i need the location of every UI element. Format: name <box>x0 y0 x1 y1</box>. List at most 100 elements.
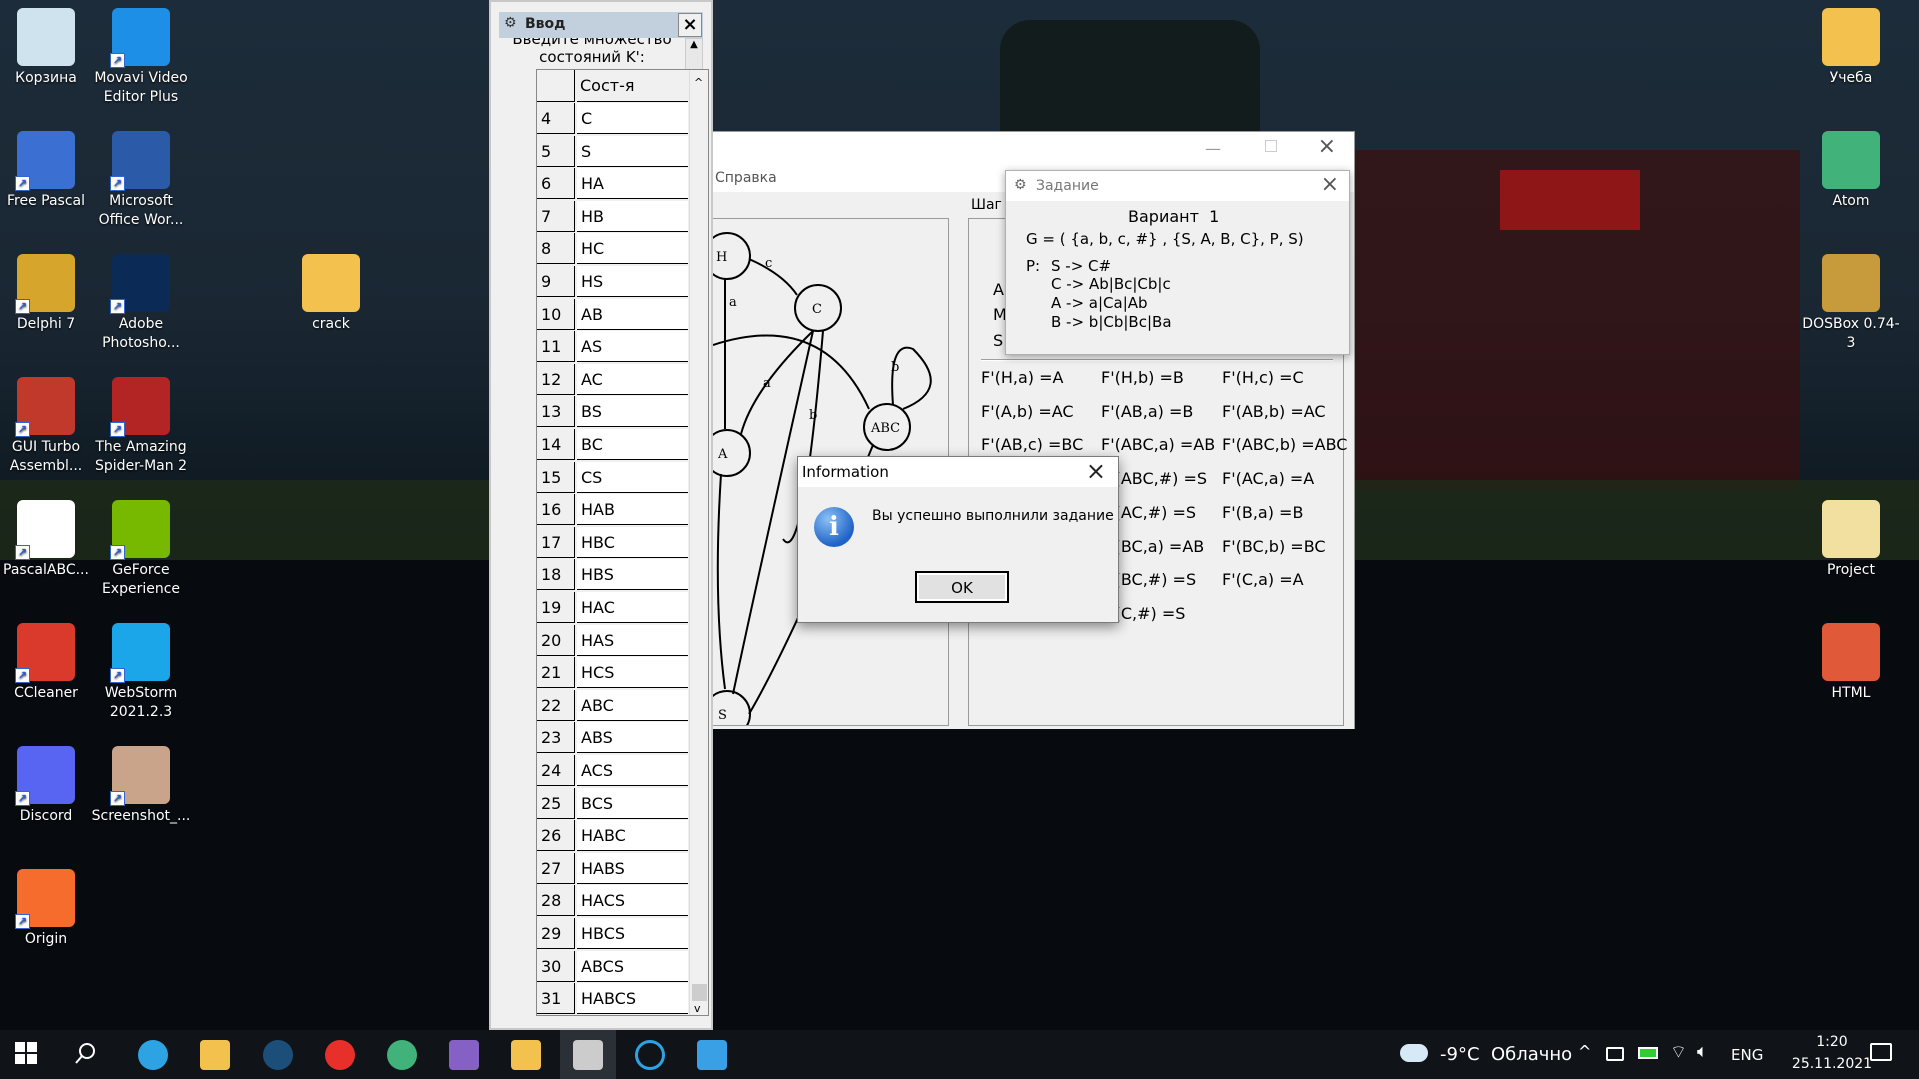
desktop-icon[interactable]: DOSBox 0.74-3 <box>1801 248 1901 353</box>
state-cell[interactable]: HCS <box>577 657 688 689</box>
table-row[interactable]: 20 HAS <box>537 624 688 658</box>
state-cell[interactable]: ABCS <box>577 950 688 982</box>
desktop-icon[interactable]: HTML <box>1801 617 1901 703</box>
desktop-icon[interactable]: ↗ Discord <box>0 740 96 826</box>
taskbar-yandex[interactable] <box>312 1030 368 1079</box>
state-cell[interactable]: HC <box>577 233 688 265</box>
desktop-icon[interactable]: ↗ Adobe Photosho... <box>91 248 191 353</box>
table-row[interactable]: 27 HABS <box>537 852 688 886</box>
state-cell[interactable]: AC <box>577 363 688 395</box>
state-cell[interactable]: HABCS <box>577 983 688 1015</box>
table-row[interactable]: 10 AB <box>537 298 688 332</box>
language-indicator[interactable]: ENG <box>1731 1046 1763 1064</box>
chevron-up-icon[interactable]: ^ <box>1578 1042 1591 1061</box>
taskbar-loading-app[interactable] <box>622 1030 678 1079</box>
desktop-icon[interactable]: ↗ The Amazing Spider-Man 2 <box>91 371 191 476</box>
volume-icon[interactable]: 🔈︎ <box>1697 1041 1708 1062</box>
taskbar-steam[interactable] <box>250 1030 306 1079</box>
state-cell[interactable]: ABS <box>577 722 688 754</box>
table-row[interactable]: 15 CS <box>537 461 688 495</box>
table-row[interactable]: 13 BS <box>537 396 688 429</box>
table-row[interactable]: 4C <box>537 103 688 136</box>
table-row[interactable]: 16 HAB <box>537 494 688 527</box>
close-button[interactable]: × <box>678 13 702 37</box>
state-cell[interactable]: HABC <box>577 820 688 852</box>
table-row[interactable]: 6 HA <box>537 168 688 201</box>
taskbar-atom[interactable] <box>374 1030 430 1079</box>
state-cell[interactable]: HBS <box>577 559 688 591</box>
taskbar-delphi-app[interactable] <box>560 1030 616 1079</box>
table-row[interactable]: 7 HB <box>537 200 688 234</box>
wifi-icon[interactable]: ⌔ <box>1670 1041 1687 1064</box>
state-cell[interactable]: AS <box>577 331 688 363</box>
table-row[interactable]: 26 HABC <box>537 820 688 853</box>
table-row[interactable]: 22 ABC <box>537 689 688 723</box>
desktop-icon[interactable]: ↗ PascalABC... <box>0 494 96 580</box>
table-row[interactable]: 23 ABS <box>537 722 688 755</box>
taskbar-edge[interactable] <box>125 1030 181 1079</box>
table-row[interactable]: 30 ABCS <box>537 950 688 984</box>
state-cell[interactable]: CS <box>577 461 688 493</box>
table-row[interactable]: 29 HBCS <box>537 918 688 951</box>
table-row[interactable]: 25 BCS <box>537 787 688 821</box>
minimize-icon[interactable]: — <box>1205 139 1221 158</box>
state-cell[interactable]: HB <box>577 200 688 232</box>
table-row[interactable]: 11 AS <box>537 331 688 364</box>
close-icon[interactable]: × <box>1318 134 1336 159</box>
taskbar-explorer[interactable] <box>187 1030 243 1079</box>
desktop-icon[interactable]: ↗ Delphi 7 <box>0 248 96 334</box>
table-row[interactable]: 8 HC <box>537 233 688 266</box>
desktop-icon[interactable]: crack <box>281 248 381 334</box>
state-cell[interactable]: HA <box>577 168 688 200</box>
table-row[interactable]: 21 HCS <box>537 657 688 690</box>
table-row[interactable]: 5S <box>537 135 688 169</box>
grid-scrollbar[interactable]: ^ v <box>689 70 708 1015</box>
state-cell[interactable]: C <box>577 103 688 134</box>
state-cell[interactable]: HAB <box>577 494 688 526</box>
state-cell[interactable]: BS <box>577 396 688 428</box>
desktop-icon[interactable]: ↗ Free Pascal <box>0 125 96 211</box>
maximize-icon[interactable] <box>1265 140 1277 152</box>
desktop-icon[interactable]: Корзина <box>0 2 96 88</box>
state-cell[interactable]: BCS <box>577 787 688 819</box>
scroll-down-icon[interactable]: v <box>694 1002 701 1015</box>
state-cell[interactable]: HAS <box>577 624 688 656</box>
taskbar-windows-start[interactable] <box>0 1030 56 1079</box>
table-row[interactable]: 14 BC <box>537 429 688 462</box>
table-row[interactable]: 12 AC <box>537 363 688 397</box>
scroll-up-icon[interactable]: ^ <box>694 76 703 89</box>
close-icon[interactable]: × <box>1086 457 1106 485</box>
desktop-icon[interactable]: ↗ Screenshot_... <box>91 740 191 826</box>
desktop-icon[interactable]: ↗ Origin <box>0 863 96 949</box>
state-cell[interactable]: HBCS <box>577 918 688 949</box>
close-icon[interactable]: × <box>1321 172 1339 197</box>
scroll-thumb[interactable] <box>692 984 707 1001</box>
desktop-icon[interactable]: ↗ Microsoft Office Wor... <box>91 125 191 230</box>
table-row[interactable]: 17 HBC <box>537 526 688 560</box>
taskbar-photos[interactable] <box>684 1030 740 1079</box>
desktop-icon[interactable]: ↗ GUI Turbo Assembl... <box>0 371 96 476</box>
desktop-icon[interactable]: Atom <box>1801 125 1901 211</box>
state-cell[interactable]: ABC <box>577 689 688 721</box>
state-cell[interactable]: AB <box>577 298 688 330</box>
state-cell[interactable]: ACS <box>577 755 688 786</box>
desktop-icon[interactable]: Project <box>1801 494 1901 580</box>
taskbar-search[interactable] <box>60 1030 116 1079</box>
table-row[interactable]: 9 HS <box>537 266 688 299</box>
desktop-icon[interactable]: ↗ GeForce Experience <box>91 494 191 599</box>
desktop-icon[interactable]: Учеба <box>1801 2 1901 88</box>
taskbar-file-manager[interactable] <box>498 1030 554 1079</box>
desktop-icon[interactable]: ↗ Movavi Video Editor Plus <box>91 2 191 107</box>
table-row[interactable]: 31 HABCS <box>537 983 688 1015</box>
taskbar-visual-studio[interactable] <box>436 1030 492 1079</box>
clock-time[interactable]: 1:20 <box>1797 1034 1867 1050</box>
table-row[interactable]: 19 HAC <box>537 592 688 625</box>
weather-text[interactable]: -9°C Облачно <box>1440 1044 1572 1065</box>
state-cell[interactable]: HBC <box>577 526 688 558</box>
table-row[interactable]: 18 HBS <box>537 559 688 592</box>
table-row[interactable]: 28 HACS <box>537 885 688 918</box>
menu-help[interactable]: Справка <box>715 170 777 186</box>
desktop-icon[interactable]: ↗ CCleaner <box>0 617 96 703</box>
state-cell[interactable]: S <box>577 135 688 167</box>
state-cell[interactable]: HAC <box>577 592 688 623</box>
